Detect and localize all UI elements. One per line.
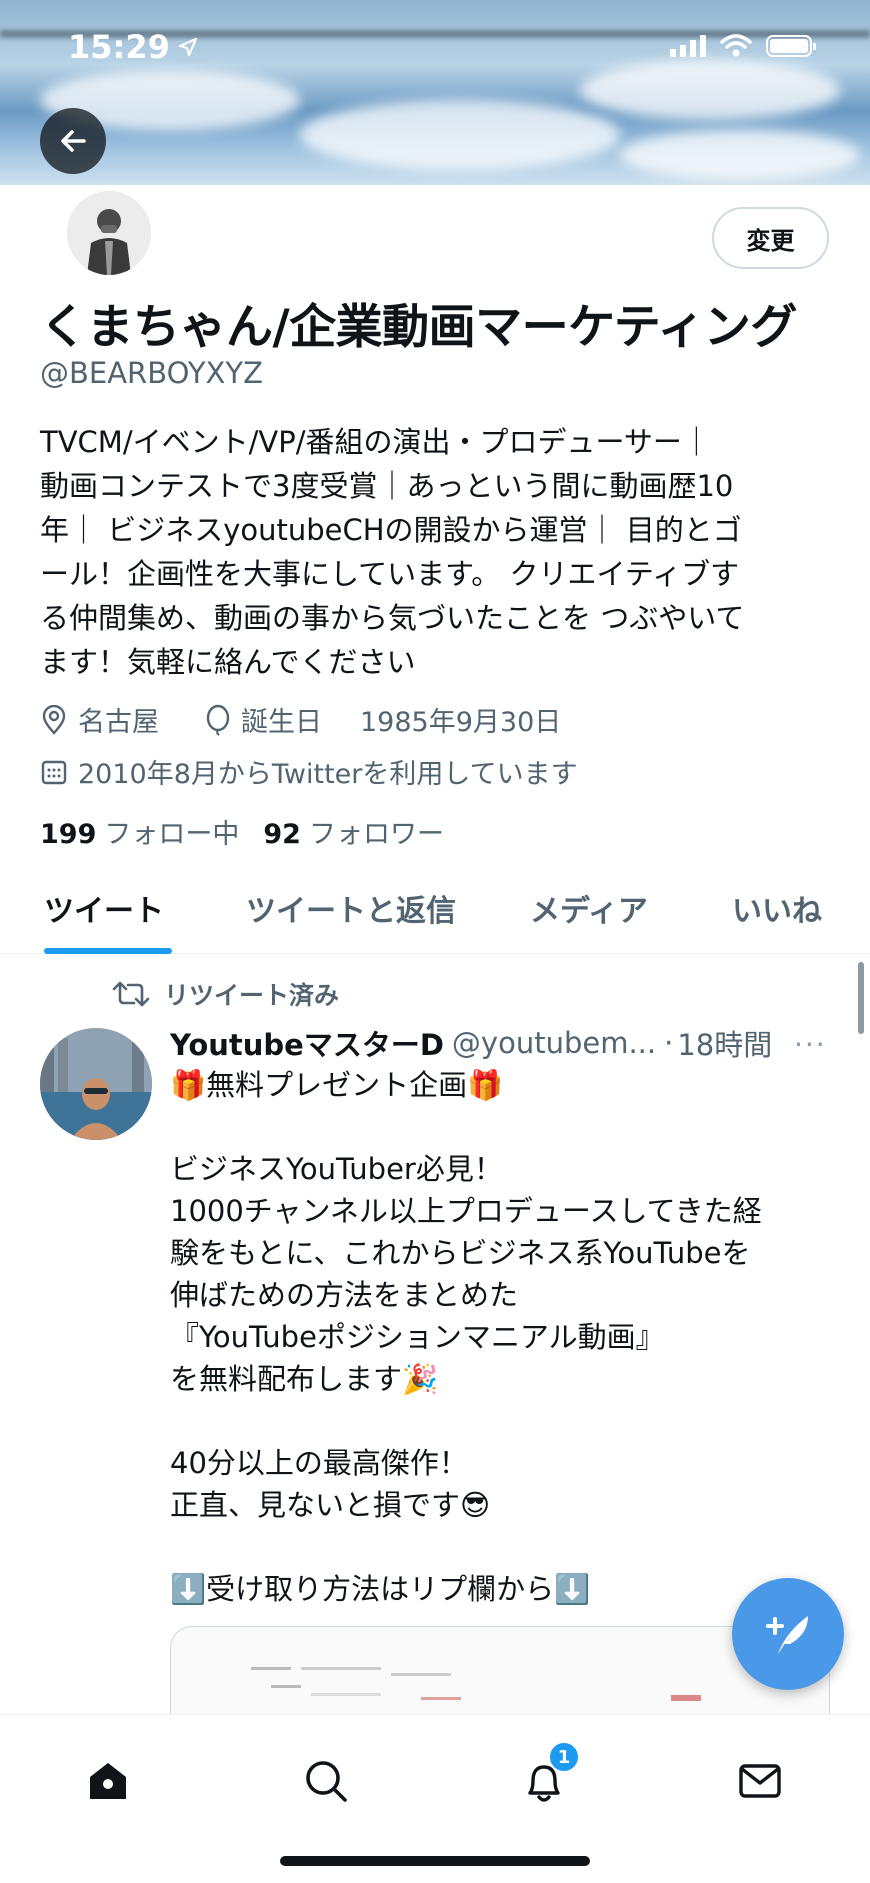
joined-row: 2010年8月からTwitterを利用しています	[40, 752, 578, 791]
location-pin-icon	[42, 704, 66, 735]
banner-cloud	[300, 100, 620, 170]
avatar-person-image	[67, 191, 151, 275]
retweet-icon	[112, 981, 150, 1007]
home-icon	[90, 1763, 126, 1799]
home-indicator[interactable]	[280, 1856, 590, 1866]
back-button[interactable]	[40, 108, 106, 174]
tweet-body: 🎁無料プレゼント企画🎁 ビジネスYouTuber必見！ 1000チャンネル以上プ…	[170, 1068, 762, 1606]
signal-icon	[670, 35, 706, 57]
followers-link[interactable]: 92 フォロワー	[263, 812, 444, 851]
location-arrow-icon	[178, 37, 197, 57]
notification-badge: 1	[548, 1741, 580, 1773]
bio-line: 動画コンテストで3度受賞｜あっという間に動画歴10	[40, 469, 734, 503]
following-link[interactable]: 199 フォロー中	[40, 812, 239, 851]
following-count: 199	[40, 819, 97, 850]
status-time-text: 15:29	[68, 28, 170, 66]
bio-line: 年｜ ビジネスyoutubeCHの開設から運営｜ 目的とゴ	[40, 513, 742, 547]
search-icon	[306, 1761, 347, 1802]
bio-line: TVCM/イベント/VP/番組の演出・プロデューサー｜	[40, 425, 711, 459]
nav-notifications[interactable]: 1	[514, 1741, 580, 1811]
calendar-icon	[41, 760, 67, 784]
battery-icon	[766, 35, 816, 57]
tab-tweets-replies[interactable]: ツイートと返信	[246, 886, 456, 930]
tweet-author-name[interactable]: YoutubeマスターD	[170, 1022, 444, 1064]
more-options-icon[interactable]: ···	[794, 1028, 827, 1061]
mail-icon	[739, 1764, 781, 1798]
following-label: フォロー中	[104, 819, 240, 850]
scrollbar[interactable]	[858, 962, 864, 1034]
followers-label: フォロワー	[308, 819, 444, 850]
banner-cloud	[620, 130, 860, 180]
tab-tweets[interactable]: ツイート	[44, 886, 164, 930]
tweet-separator: ·	[664, 1026, 674, 1060]
tweet-author-handle: @youtubem...	[451, 1026, 657, 1060]
author-photo-image	[40, 1028, 152, 1140]
tab-media[interactable]: メディア	[530, 886, 648, 930]
retweet-label: リツイート済み	[164, 981, 340, 1010]
profile-tabs: ツイート ツイートと返信 メディア いいね	[0, 878, 870, 954]
profile-name: くまちゃん/企業動画マーケティング	[40, 300, 797, 355]
profile-bio: TVCM/イベント/VP/番組の演出・プロデューサー｜ 動画コンテストで3度受賞…	[40, 420, 840, 684]
birthday-text: 1985年9月30日	[360, 707, 562, 738]
profile-avatar[interactable]	[64, 188, 154, 278]
bio-line: ール！企画性を大事にしています。 クリエイティブす	[40, 557, 740, 591]
profile-handle: @BEARBOYXYZ	[40, 356, 263, 390]
tab-likes[interactable]: いいね	[732, 886, 822, 930]
followers-count: 92	[263, 819, 301, 850]
profile-meta-row: 名古屋 誕生日 1985年9月30日	[40, 700, 561, 739]
tweet-author-avatar[interactable]	[40, 1028, 152, 1140]
balloon-icon	[206, 704, 230, 736]
status-indicators	[670, 34, 816, 58]
joined-text: 2010年8月からTwitterを利用しています	[78, 759, 578, 790]
arrow-left-icon	[61, 130, 86, 152]
tweet-media-card[interactable]	[170, 1626, 830, 1716]
wifi-icon	[720, 34, 752, 57]
bio-line: ます！気軽に絡んでください	[40, 645, 416, 679]
nav-home[interactable]	[78, 1751, 138, 1811]
profile-banner[interactable]: 15:29	[0, 0, 870, 185]
nav-messages[interactable]	[730, 1751, 790, 1811]
retweet-indicator: リツイート済み	[112, 976, 339, 1012]
nav-search[interactable]	[296, 1751, 356, 1811]
status-time: 15:29	[68, 28, 198, 66]
compose-tweet-button[interactable]	[732, 1578, 844, 1690]
edit-profile-button[interactable]: 変更	[712, 207, 829, 269]
banner-cloud	[580, 60, 840, 120]
active-tab-indicator	[44, 948, 172, 954]
tweet-header: YoutubeマスターD @youtubem... · 18時間	[170, 1022, 830, 1064]
bio-line: る仲間集め、動画の事から気づいたことを つぶやいて	[40, 601, 745, 635]
follow-stats: 199 フォロー中 92 フォロワー	[40, 812, 444, 851]
birthday-label: 誕生日	[241, 707, 322, 738]
tweet-time: 18時間	[677, 1028, 773, 1062]
compose-feather-icon	[766, 1616, 808, 1654]
location-text: 名古屋	[78, 707, 159, 738]
media-preview-image	[251, 1667, 701, 1701]
